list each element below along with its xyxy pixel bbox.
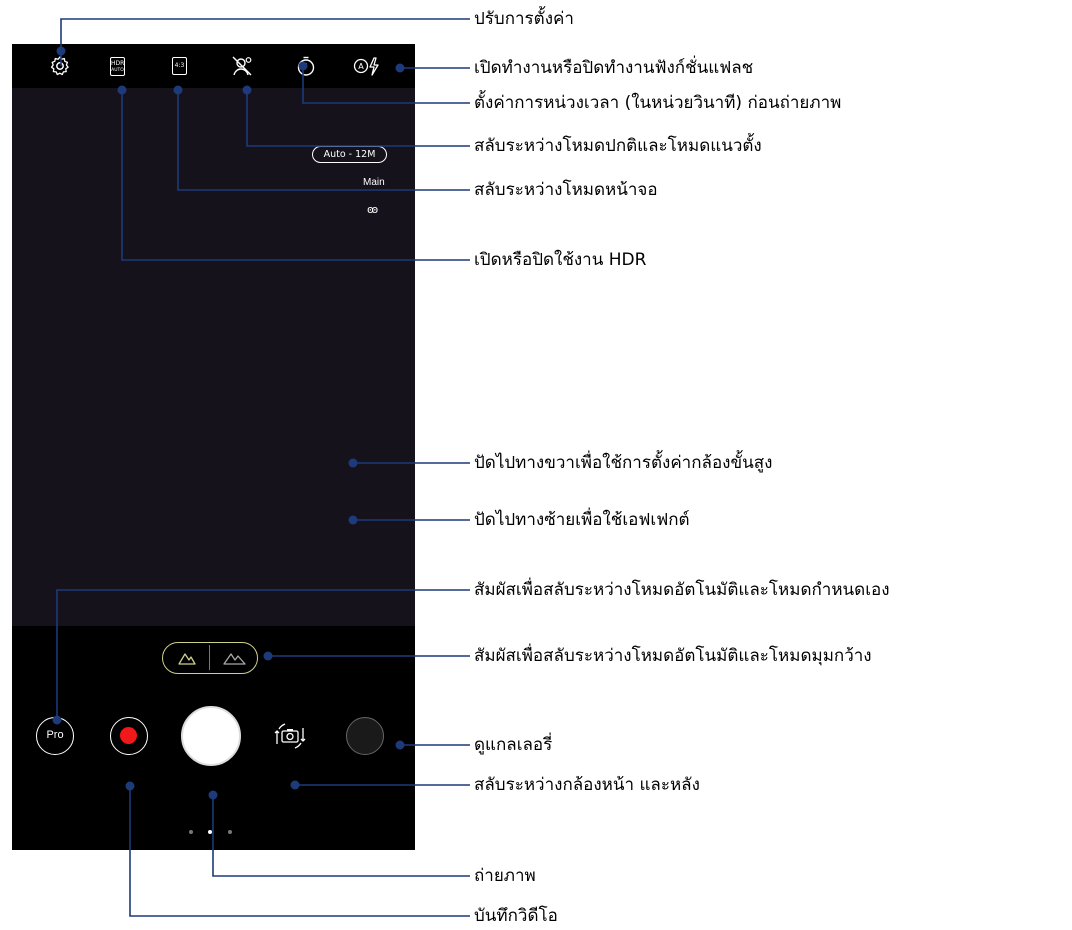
record-dot-icon xyxy=(120,727,137,744)
mountain-icon[interactable] xyxy=(177,649,197,667)
annotation-switch-camera: สลับระหว่างกล้องหน้า และหลัง xyxy=(474,775,700,795)
annotation-screen-mode: สลับระหว่างโหมดหน้าจอ xyxy=(474,180,658,200)
gear-icon[interactable] xyxy=(48,54,72,78)
annotation-swipe-left: ปัดไปทางซ้ายเพื่อใช้เอฟเฟกต์ xyxy=(474,510,690,530)
annotation-pro-mode: สัมผัสเพื่อสลับระหว่างโหมดอัตโนมัติและโห… xyxy=(474,580,890,600)
svg-text:A: A xyxy=(358,62,364,71)
annotation-settings: ปรับการตั้งค่า xyxy=(474,9,574,29)
annotation-timer: ตั้งค่าการหน่วงเวลา (ในหน่วยวินาที) ก่อน… xyxy=(474,93,842,113)
pro-mode-button[interactable]: Pro xyxy=(36,717,74,755)
hdr-label: HDR xyxy=(111,60,125,67)
camera-top-bar: HDR AUTO 4:3 A xyxy=(12,44,415,88)
camera-screen: HDR AUTO 4:3 A Auto - 12M Main ꙭ Pro xyxy=(12,44,415,850)
annotation-take-photo: ถ่ายภาพ xyxy=(474,866,536,886)
timer-icon[interactable] xyxy=(294,54,318,78)
gallery-thumbnail[interactable] xyxy=(346,717,384,755)
page-dot xyxy=(228,830,232,834)
lens-label[interactable]: Main xyxy=(363,177,385,188)
aspect-ratio-icon[interactable]: 4:3 xyxy=(172,57,187,75)
camera-bottom-bar: Pro xyxy=(12,626,415,850)
annotation-wide-mode: สัมผัสเพื่อสลับระหว่างโหมดอัตโนมัติและโห… xyxy=(474,646,872,666)
viewfinder[interactable]: Auto - 12M Main ꙭ xyxy=(12,88,415,626)
shutter-button[interactable] xyxy=(181,706,241,766)
resolution-button[interactable]: Auto - 12M xyxy=(312,146,387,163)
wide-mountain-icon[interactable] xyxy=(223,649,247,667)
annotation-record-video: บันทึกวิดีโอ xyxy=(474,906,558,926)
annotation-hdr: เปิดหรือปิดใช้งาน HDR xyxy=(474,250,647,270)
annotation-swipe-right: ปัดไปทางขวาเพื่อใช้การตั้งค่ากล้องขั้นสู… xyxy=(474,453,773,473)
page-dot-active xyxy=(208,830,212,834)
switch-camera-icon[interactable] xyxy=(271,717,309,755)
lens-divider xyxy=(209,645,210,670)
annotation-gallery: ดูแกลเลอรี่ xyxy=(474,735,553,755)
record-video-button[interactable] xyxy=(110,717,148,755)
lens-switcher[interactable] xyxy=(162,642,258,674)
flash-auto-icon[interactable]: A xyxy=(352,54,382,78)
beauty-off-icon[interactable] xyxy=(230,54,254,78)
hdr-icon[interactable]: HDR AUTO xyxy=(110,57,125,76)
owl-icon[interactable]: ꙭ xyxy=(367,203,378,216)
page-dot xyxy=(189,830,193,834)
annotation-portrait: สลับระหว่างโหมดปกติและโหมดแนวตั้ง xyxy=(474,136,762,156)
hdr-auto-label: AUTO xyxy=(111,68,124,73)
annotation-flash: เปิดทำงานหรือปิดทำงานฟังก์ชั่นแฟลช xyxy=(474,58,754,78)
